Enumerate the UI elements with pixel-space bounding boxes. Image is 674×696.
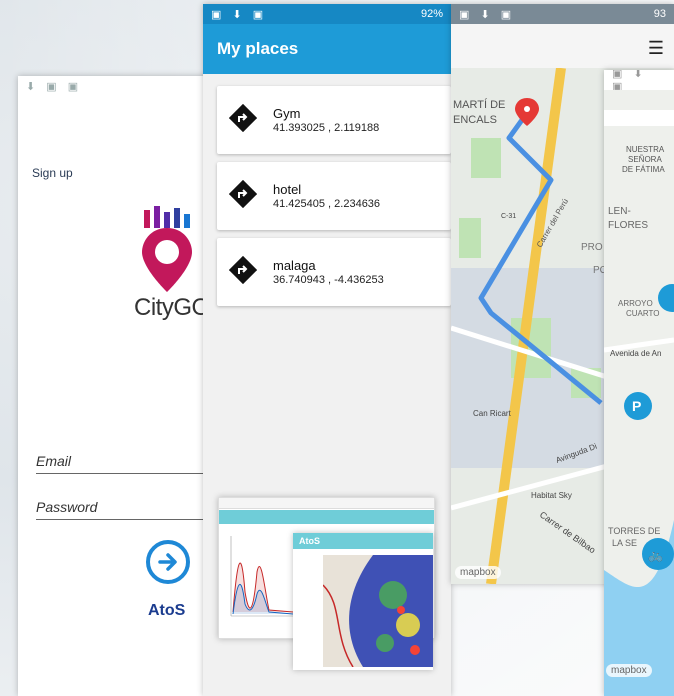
password-field[interactable]: [36, 519, 208, 520]
signup-link[interactable]: Sign up: [32, 166, 73, 180]
email-field[interactable]: [36, 473, 208, 474]
app-bar: My places: [203, 24, 451, 74]
battery-level: 92%: [420, 8, 443, 20]
bike-map[interactable]: P 🚲 NUESTRA SEÑORA DE FÁTIMA LEN- FLORES…: [604, 90, 674, 696]
heatmap-image: [323, 555, 433, 667]
page-title: My places: [217, 39, 299, 58]
map2-label-lase: LA SE: [612, 538, 637, 548]
map2-label-nuestra: NUESTRA: [626, 145, 665, 154]
line-chart-thumbnail: [230, 536, 295, 617]
map-label-road: C-31: [501, 213, 516, 220]
map-label-habitat-sky: Habitat Sky: [531, 491, 572, 500]
city-pin-icon: [142, 206, 192, 292]
place-coords: 36.740943 , -4.436253: [273, 274, 384, 286]
status-bar: ▣ ⬇ ▣ 93: [451, 4, 674, 24]
place-card-gym[interactable]: Gym 41.393025 , 2.119188: [217, 86, 451, 154]
map2-label-torres: TORRES DE: [608, 526, 660, 536]
map2-label-avenida: Avenida de An: [610, 349, 661, 358]
list-menu-icon[interactable]: ☰: [648, 38, 664, 59]
map2-label-arroyo: ARROYO: [618, 299, 653, 308]
map2-label-senora: SEÑORA: [628, 155, 662, 164]
dashboard-header: [219, 510, 434, 524]
map-toolbar: ☰: [451, 24, 674, 68]
map2-label-cuarto: CUARTO: [626, 309, 660, 318]
svg-text:P: P: [632, 398, 641, 414]
status-icons: ⬇ ▣ ▣: [26, 80, 83, 93]
place-name: malaga: [273, 258, 316, 273]
dashboard-brand: AtoS: [293, 533, 433, 549]
status-icons-left: ▣ ⬇ ▣: [459, 8, 516, 21]
heatmap-thumbnail: AtoS: [293, 533, 433, 670]
status-bar: ▣ ⬇ ▣ 92%: [203, 4, 451, 24]
app-logo-text: CityGO: [134, 294, 208, 321]
mapbox-logo: mapbox: [455, 566, 501, 579]
place-card-hotel[interactable]: hotel 41.425405 , 2.234636: [217, 162, 451, 230]
status-bar: ▣ ⬇ ▣: [604, 70, 674, 93]
place-name: Gym: [273, 106, 301, 121]
map-screen-secondary: ▣ ⬇ ▣ P 🚲 NUESTRA SEÑORA DE FÁTIMA LEN- …: [604, 70, 674, 696]
login-next-button[interactable]: [146, 540, 190, 584]
map2-label-len: LEN-: [608, 206, 631, 217]
status-bar: ⬇ ▣ ▣: [18, 76, 208, 96]
place-coords: 41.425405 , 2.234636: [273, 198, 381, 210]
directions-icon: [229, 256, 257, 284]
mapbox-logo: mapbox: [606, 664, 652, 677]
battery-level: 93: [653, 8, 666, 20]
place-card-malaga[interactable]: malaga 36.740943 , -4.436253: [217, 238, 451, 306]
place-name: hotel: [273, 182, 302, 197]
map-label-encals: ENCALS: [453, 114, 497, 126]
email-label: Email: [36, 453, 72, 469]
svg-text:🚲: 🚲: [648, 548, 663, 562]
arrow-right-icon: [158, 553, 177, 571]
map2-label-flores: FLORES: [608, 220, 648, 231]
password-label: Password: [36, 499, 98, 515]
map2-label-fatima: DE FÁTIMA: [622, 165, 665, 174]
map-label-marti: MARTÍ DE: [453, 98, 505, 111]
map-label-can-ricart: Can Ricart: [473, 409, 512, 418]
directions-icon: [229, 180, 257, 208]
atos-logo: AtoS: [148, 602, 186, 619]
login-screen: ⬇ ▣ ▣ Sign up CityGO Email Password AtoS: [18, 76, 208, 696]
directions-icon: [229, 104, 257, 132]
place-coords: 41.393025 , 2.119188: [273, 122, 380, 134]
map-label-pro: PRO: [581, 242, 603, 253]
dashboard-menu: [219, 498, 434, 509]
status-icons-left: ▣ ⬇ ▣: [211, 8, 268, 21]
